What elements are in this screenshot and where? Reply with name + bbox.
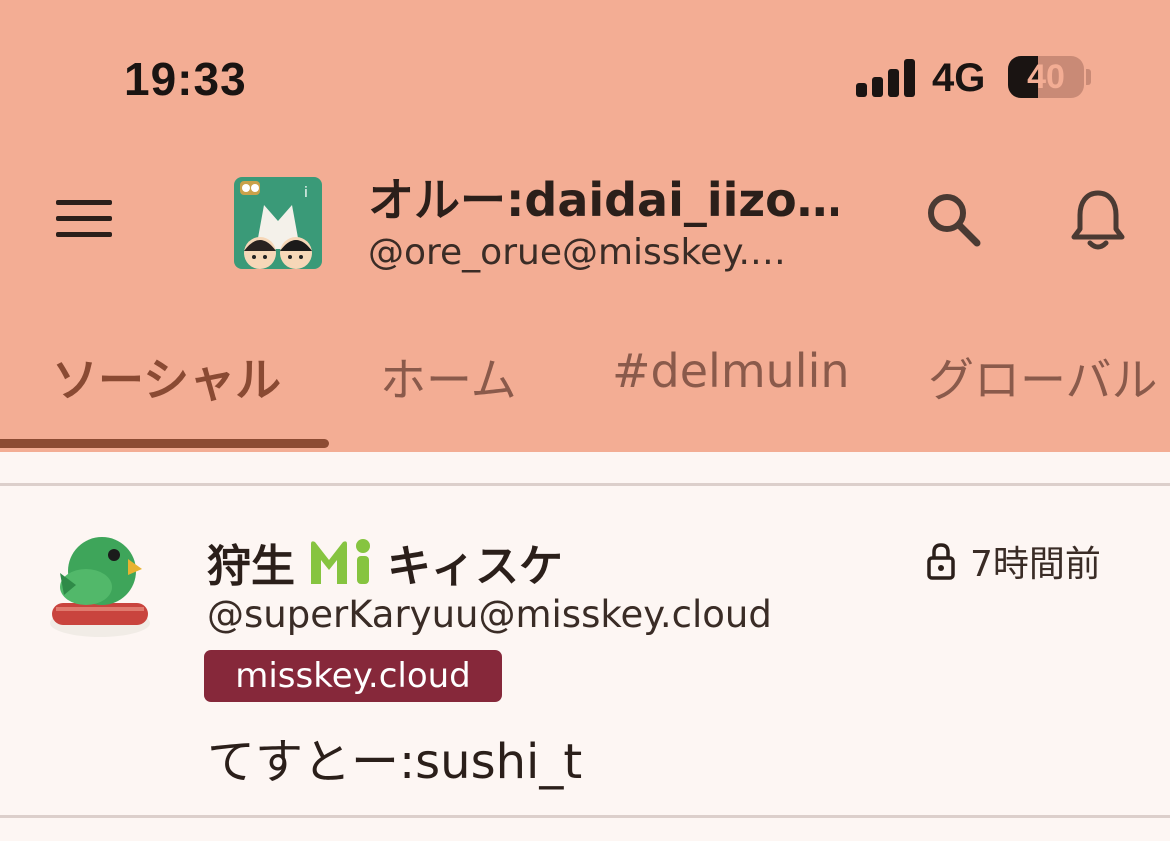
note-text: てすとー:sushi_t: [207, 734, 583, 790]
misskey-mi-logo-icon: [307, 538, 377, 586]
note-timestamp[interactable]: 7時間前: [926, 535, 1101, 587]
note-author-avatar[interactable]: [46, 523, 154, 641]
note-author-handle[interactable]: @superKaryuu@misskey.cloud: [207, 593, 772, 636]
author-name-suffix: キィスケ: [387, 541, 563, 592]
battery-level: 40: [1027, 58, 1065, 96]
divider: [0, 483, 1170, 486]
account-avatar[interactable]: i: [234, 177, 322, 269]
account-handle: @ore_orue@misskey.…: [368, 232, 786, 273]
status-clock: 19:33: [124, 53, 247, 105]
tab-global[interactable]: グローバル: [928, 344, 1158, 410]
battery-tip: [1086, 69, 1091, 85]
hamburger-menu-icon[interactable]: [56, 200, 112, 238]
instance-badge[interactable]: misskey.cloud: [204, 650, 502, 702]
author-name-prefix: 狩生: [207, 541, 295, 592]
bell-icon[interactable]: [1070, 188, 1126, 256]
svg-text:i: i: [304, 185, 308, 201]
tab-home[interactable]: ホーム: [380, 344, 517, 410]
network-type: 4G: [932, 56, 986, 100]
battery-icon: 40: [1008, 56, 1084, 98]
active-tab-indicator: [0, 439, 329, 448]
cellular-signal-icon: [856, 59, 916, 97]
lock-icon: [926, 542, 956, 580]
account-display-name: オルー:daidai_iizo…: [368, 173, 838, 227]
tab-delmulin[interactable]: #delmulin: [612, 344, 850, 398]
divider: [0, 815, 1170, 818]
search-icon[interactable]: [924, 190, 982, 252]
tab-social[interactable]: ソーシャル: [52, 344, 281, 410]
time-ago: 7時間前: [970, 544, 1101, 585]
note-author-name[interactable]: 狩生 キィスケ: [207, 530, 563, 594]
